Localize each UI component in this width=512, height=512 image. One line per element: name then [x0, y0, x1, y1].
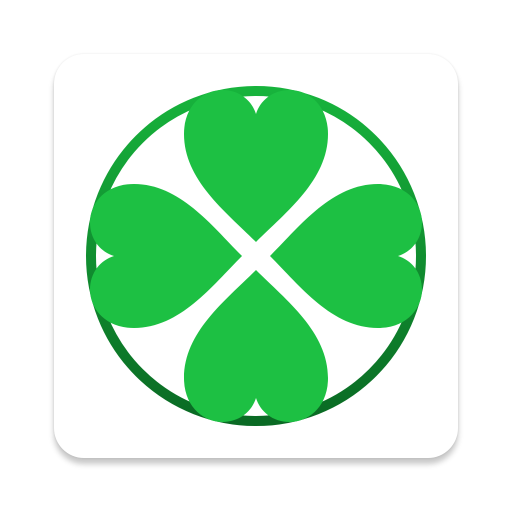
four-leaf-clover-icon — [86, 86, 426, 426]
app-icon-canvas — [0, 0, 512, 512]
